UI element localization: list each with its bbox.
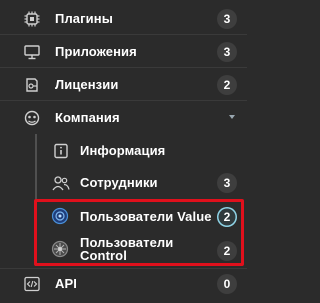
menu-item-plugins-label: Плагины [55, 11, 113, 26]
chip-icon [23, 10, 41, 28]
users-icon [52, 174, 70, 192]
api-count-badge: 0 [217, 274, 237, 294]
value-logo-icon [51, 207, 69, 225]
menu-item-plugins[interactable]: Плагины 3 [0, 2, 247, 36]
license-icon [23, 76, 41, 94]
menu-item-company-label: Компания [55, 110, 120, 125]
users-control-count-badge: 2 [217, 241, 237, 261]
menu-item-users-control-label: Пользователи Control [80, 236, 173, 262]
licenses-count-badge: 2 [217, 75, 237, 95]
menu-item-licenses-label: Лицензии [55, 77, 119, 92]
apps-count-badge: 3 [217, 42, 237, 62]
menu-item-apps-label: Приложения [55, 44, 137, 59]
plugins-count-badge: 3 [217, 9, 237, 29]
menu-item-employees-label: Сотрудники [80, 175, 158, 190]
menu-item-apps[interactable]: Приложения 3 [0, 35, 247, 69]
menu-item-users-control[interactable]: Пользователи Control 2 [0, 234, 247, 268]
sidebar-menu: Плагины 3 Приложения 3 Лицензии 2 Компан… [0, 0, 247, 298]
employees-count-badge: 3 [217, 173, 237, 193]
menu-item-company[interactable]: Компания [0, 101, 247, 135]
menu-item-employees[interactable]: Сотрудники 3 [0, 166, 247, 200]
menu-item-api-label: API [55, 276, 77, 291]
info-icon [52, 142, 70, 160]
monitor-icon [23, 43, 41, 61]
control-logo-icon [51, 240, 69, 258]
chevron-down-icon[interactable] [229, 115, 235, 119]
menu-item-info-label: Информация [80, 143, 166, 158]
company-icon [23, 109, 41, 127]
code-icon [23, 275, 41, 293]
users-value-count-badge: 2 [217, 207, 237, 227]
menu-item-info[interactable]: Информация [0, 134, 247, 168]
menu-item-users-value-label: Пользователи Value [80, 209, 212, 224]
menu-item-licenses[interactable]: Лицензии 2 [0, 68, 247, 102]
users-control-label-line2: Control [80, 248, 127, 263]
menu-item-users-value[interactable]: Пользователи Value 2 [0, 200, 247, 234]
